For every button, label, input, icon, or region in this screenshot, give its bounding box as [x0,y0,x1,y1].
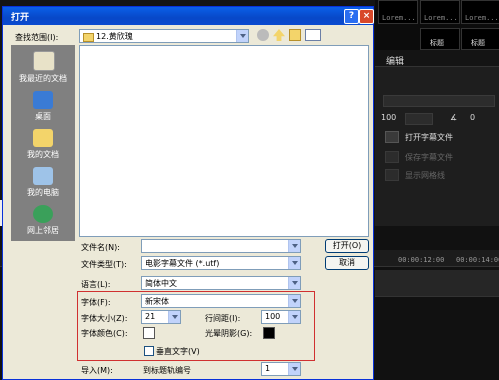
import-target-label: 到标题轨编号 [143,366,191,375]
desktop-icon [33,91,53,109]
spacing-value: 100 [381,113,397,122]
thumbnail-label: Lorem... [424,14,458,22]
font-size-combo[interactable]: 21 [141,310,181,324]
places-item-network[interactable]: 网上邻居 [11,225,75,236]
ruler-tick: 00:00:12:00 [398,256,445,264]
thumbnail-title: 标题 [430,39,444,47]
ruler-tick: 00:00:14:00 [456,256,499,264]
recent-documents-icon [33,51,55,71]
dialog-titlebar[interactable]: 打开 ? × [3,7,374,25]
save-subtitle-icon [385,151,399,163]
angle-value: 0 [470,113,476,122]
open-subtitle-icon [385,131,399,143]
chevron-down-icon[interactable] [288,257,300,269]
chevron-down-icon[interactable] [288,295,300,307]
filename-combo[interactable] [141,239,301,253]
font-color-label: 字体颜色(C): [81,329,128,338]
thumbnail-label: Lorem... [382,14,416,22]
vertical-text-label: 垂直文字(V) [156,347,200,356]
file-list[interactable] [79,45,369,237]
spacing-field[interactable] [405,113,433,125]
font-value: 新宋体 [145,297,169,306]
line-spacing-value: 100 [265,312,281,321]
open-dialog: 打开 ? × 查找范围(I): 12.黄欣瑰 我最近的文档 桌面 我的文档 我的… [2,6,374,380]
save-subtitle-button[interactable]: 保存字幕文件 [405,152,453,163]
import-track-value: 1 [265,364,271,373]
filename-label: 文件名(N): [81,243,120,252]
thumbnail-strip: Lorem... Lorem... Lorem... 标题 标题 [375,0,499,50]
back-icon[interactable] [257,29,269,41]
panel-dropdown[interactable] [383,95,495,107]
shadow-color-swatch[interactable] [263,327,275,339]
thumbnail-title: 标题 [471,39,485,47]
network-places-icon [33,205,53,223]
language-label: 语言(L): [81,280,111,289]
dialog-title: 打开 [11,13,30,23]
places-item-recent[interactable]: 我最近的文档 [11,73,75,84]
filetype-label: 文件类型(T): [81,260,127,269]
folder-icon [83,33,94,42]
grid-icon [385,169,399,181]
edit-panel: 100 ∡ 0 打开字幕文件 保存字幕文件 显示网格线 [375,66,499,227]
my-documents-icon [33,129,53,147]
open-subtitle-button[interactable]: 打开字幕文件 [405,132,453,143]
open-button[interactable]: 打开(O) [325,239,369,253]
angle-icon: ∡ [450,113,458,122]
filetype-value: 电影字幕文件 (*.utf) [145,259,220,268]
chevron-down-icon[interactable] [288,363,300,375]
cancel-button[interactable]: 取消 [325,256,369,270]
font-size-label: 字体大小(Z): [81,314,128,323]
lookin-value: 12.黄欣瑰 [96,32,133,41]
show-grid-option[interactable]: 显示网格线 [405,170,445,181]
line-spacing-combo[interactable]: 100 [261,310,301,324]
vertical-text-checkbox[interactable] [144,346,154,356]
font-combo[interactable]: 新宋体 [141,294,301,308]
line-spacing-label: 行间距(I): [205,314,241,323]
language-combo[interactable]: 简体中文 [141,276,301,290]
lookin-label: 查找范围(I): [15,33,59,42]
close-button[interactable]: × [359,9,374,24]
my-computer-icon [33,167,53,185]
timeline-track [375,270,499,297]
chevron-down-icon[interactable] [288,277,300,289]
shadow-label: 光晕阴影(G): [205,329,253,338]
places-item-my-documents[interactable]: 我的文档 [11,149,75,160]
chevron-down-icon[interactable] [288,240,300,252]
font-color-swatch[interactable] [143,327,155,339]
filetype-combo[interactable]: 电影字幕文件 (*.utf) [141,256,301,270]
font-size-value: 21 [145,312,156,321]
lookin-combo[interactable]: 12.黄欣瑰 [79,29,249,43]
places-bar: 我最近的文档 桌面 我的文档 我的电脑 网上邻居 [11,45,75,241]
places-item-my-computer[interactable]: 我的电脑 [11,187,75,198]
import-track-combo[interactable]: 1 [261,362,301,376]
language-value: 简体中文 [145,279,177,288]
chevron-down-icon[interactable] [288,311,300,323]
places-item-desktop[interactable]: 桌面 [11,111,75,122]
up-folder-icon[interactable] [273,29,285,41]
chevron-down-icon[interactable] [236,30,248,42]
new-folder-icon[interactable] [289,29,301,41]
import-label: 导入(M): [81,366,113,375]
font-label: 字体(F): [81,298,111,307]
chevron-down-icon[interactable] [168,311,180,323]
views-menu-icon[interactable] [305,29,321,41]
thumbnail-label: Lorem... [465,14,499,22]
help-button[interactable]: ? [344,9,359,24]
